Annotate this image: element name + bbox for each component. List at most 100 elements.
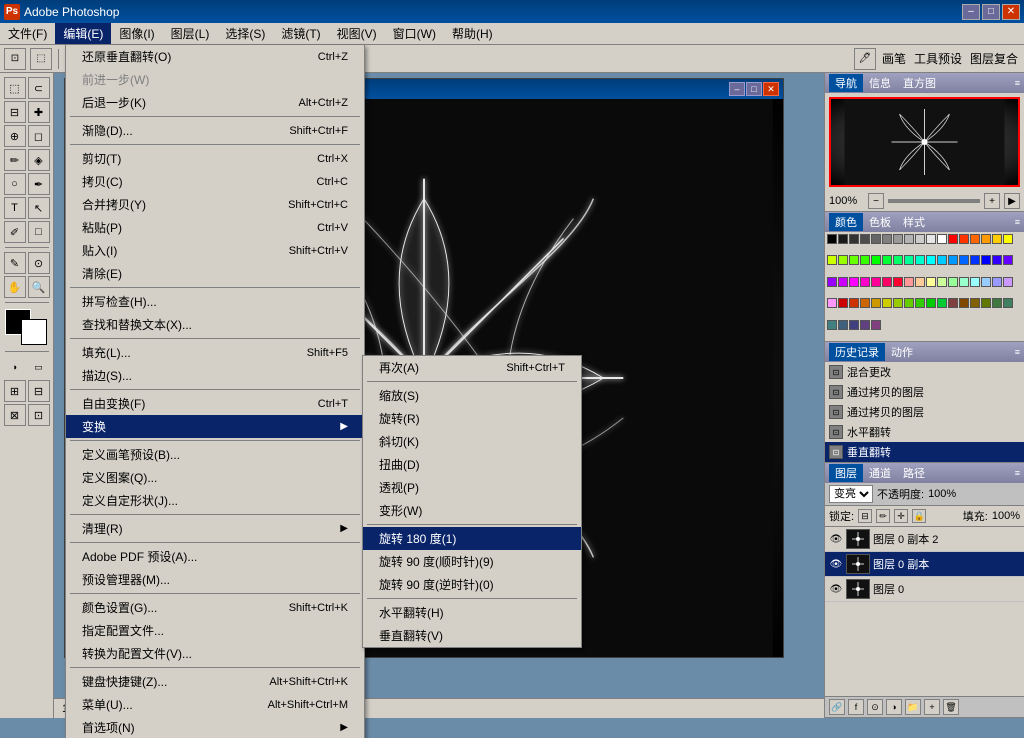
color-swatch[interactable]: [1003, 277, 1013, 287]
history-item[interactable]: ⊡ 垂直翻转: [825, 442, 1024, 462]
color-swatch[interactable]: [1003, 234, 1013, 244]
tool-marquee[interactable]: ⬚: [4, 77, 26, 99]
tool-healing[interactable]: ✚: [28, 101, 50, 123]
menu-pdf-preset[interactable]: Adobe PDF 预设(A)...: [66, 545, 364, 568]
tool-brush[interactable]: ✏: [4, 149, 26, 171]
menu-step-back[interactable]: 后退一步(K)Alt+Ctrl+Z: [66, 91, 364, 114]
color-swatch[interactable]: [882, 277, 892, 287]
color-swatch[interactable]: [1003, 298, 1013, 308]
tab-navigator[interactable]: 导航: [829, 74, 863, 92]
layer-link[interactable]: 🔗: [829, 699, 845, 715]
color-swatch[interactable]: [849, 320, 859, 330]
color-swatch[interactable]: [937, 234, 947, 244]
toolbar-extra-btn[interactable]: 🖊: [854, 48, 876, 70]
color-swatch[interactable]: [970, 277, 980, 287]
color-swatch[interactable]: [948, 277, 958, 287]
lock-paint[interactable]: ✏: [876, 509, 890, 523]
layer-item[interactable]: 👁 图层 0 副本: [825, 552, 1024, 577]
color-swatch[interactable]: [926, 234, 936, 244]
tool-type[interactable]: T: [4, 197, 26, 219]
color-swatch[interactable]: [970, 298, 980, 308]
nav-zoom-out[interactable]: −: [868, 193, 884, 209]
navigator-close[interactable]: ≡: [1015, 78, 1020, 88]
tool-img1[interactable]: ⊞: [4, 380, 26, 402]
history-item[interactable]: ⊡ 混合更改: [825, 362, 1024, 382]
color-swatch[interactable]: [981, 277, 991, 287]
menu-stroke[interactable]: 描边(S)...: [66, 364, 364, 387]
color-swatch[interactable]: [992, 234, 1002, 244]
transform-skew[interactable]: 斜切(K): [363, 430, 581, 453]
tab-channels[interactable]: 通道: [863, 464, 897, 482]
color-swatch[interactable]: [926, 277, 936, 287]
menu-color-settings[interactable]: 颜色设置(G)...Shift+Ctrl+K: [66, 596, 364, 619]
color-swatch[interactable]: [849, 255, 859, 265]
tool-hand[interactable]: ✋: [4, 276, 26, 298]
menu-help[interactable]: 帮助(H): [444, 23, 501, 44]
color-swatch[interactable]: [860, 234, 870, 244]
menu-define-shape[interactable]: 定义自定形状(J)...: [66, 489, 364, 512]
color-swatch[interactable]: [860, 298, 870, 308]
layer-item[interactable]: 👁 图层 0: [825, 577, 1024, 602]
color-swatch[interactable]: [871, 320, 881, 330]
transform-warp[interactable]: 变形(W): [363, 499, 581, 522]
menu-filter[interactable]: 滤镜(T): [273, 23, 328, 44]
color-swatch[interactable]: [860, 320, 870, 330]
color-swatch[interactable]: [871, 234, 881, 244]
tool-pen[interactable]: ✐: [4, 221, 26, 243]
tool-paint[interactable]: ◈: [28, 149, 50, 171]
transform-flip-h[interactable]: 水平翻转(H): [363, 601, 581, 624]
toolbar-selection-btn[interactable]: ⊡: [4, 48, 26, 70]
menu-preferences[interactable]: 首选项(N)▶: [66, 716, 364, 738]
color-swatch[interactable]: [860, 277, 870, 287]
color-swatch[interactable]: [838, 234, 848, 244]
color-swatch[interactable]: [838, 277, 848, 287]
layer-mask[interactable]: ⊙: [867, 699, 883, 715]
color-swatch[interactable]: [882, 234, 892, 244]
color-swatch[interactable]: [915, 234, 925, 244]
tool-eyedrop[interactable]: ⊙: [28, 252, 50, 274]
menu-paste[interactable]: 粘贴(P)Ctrl+V: [66, 216, 364, 239]
color-swatch[interactable]: [893, 277, 903, 287]
transform-flip-v[interactable]: 垂直翻转(V): [363, 624, 581, 647]
tab-swatches[interactable]: 色板: [863, 213, 897, 231]
layer-delete[interactable]: 🗑: [943, 699, 959, 715]
color-swatch[interactable]: [827, 320, 837, 330]
color-swatch[interactable]: [959, 234, 969, 244]
color-swatch[interactable]: [970, 255, 980, 265]
menu-spellcheck[interactable]: 拼写检查(H)...: [66, 290, 364, 313]
transform-distort[interactable]: 扭曲(D): [363, 453, 581, 476]
color-swatch[interactable]: [948, 298, 958, 308]
color-swatch[interactable]: [871, 277, 881, 287]
menu-preset-manager[interactable]: 预设管理器(M)...: [66, 568, 364, 591]
tool-shape[interactable]: □: [28, 221, 50, 243]
color-swatch[interactable]: [992, 298, 1002, 308]
menu-purge[interactable]: 清理(R)▶: [66, 517, 364, 540]
tool-lasso[interactable]: ⊂: [28, 77, 50, 99]
tab-info[interactable]: 信息: [863, 74, 897, 92]
transform-again[interactable]: 再次(A)Shift+Ctrl+T: [363, 356, 581, 379]
menu-menus[interactable]: 菜单(U)...Alt+Shift+Ctrl+M: [66, 693, 364, 716]
tool-dodge[interactable]: ○: [4, 173, 26, 195]
color-swatch[interactable]: [937, 255, 947, 265]
color-swatch[interactable]: [992, 255, 1002, 265]
color-swatch[interactable]: [981, 234, 991, 244]
toolbar-marquee-btn[interactable]: ⬚: [30, 48, 52, 70]
menu-findreplace[interactable]: 查找和替换文本(X)...: [66, 313, 364, 336]
color-swatch[interactable]: [860, 255, 870, 265]
tab-layers[interactable]: 图层: [829, 464, 863, 482]
color-swatch[interactable]: [904, 255, 914, 265]
transform-rotate[interactable]: 旋转(R): [363, 407, 581, 430]
color-swatch[interactable]: [871, 255, 881, 265]
screen-mode[interactable]: ▭: [28, 356, 50, 378]
layer-visibility-eye[interactable]: 👁: [829, 557, 843, 571]
history-item[interactable]: ⊡ 通过拷贝的图层: [825, 402, 1024, 422]
color-swatch[interactable]: [926, 255, 936, 265]
color-swatch[interactable]: [948, 255, 958, 265]
menu-undo[interactable]: 还原垂直翻转(O)Ctrl+Z: [66, 45, 364, 68]
menu-convert-profile[interactable]: 转换为配置文件(V)...: [66, 642, 364, 665]
tab-history[interactable]: 历史记录: [829, 343, 885, 361]
lock-move[interactable]: ✛: [894, 509, 908, 523]
transform-rotate-cw[interactable]: 旋转 90 度(顺时针)(9): [363, 550, 581, 573]
color-swatch[interactable]: [849, 234, 859, 244]
maximize-button[interactable]: □: [982, 4, 1000, 20]
